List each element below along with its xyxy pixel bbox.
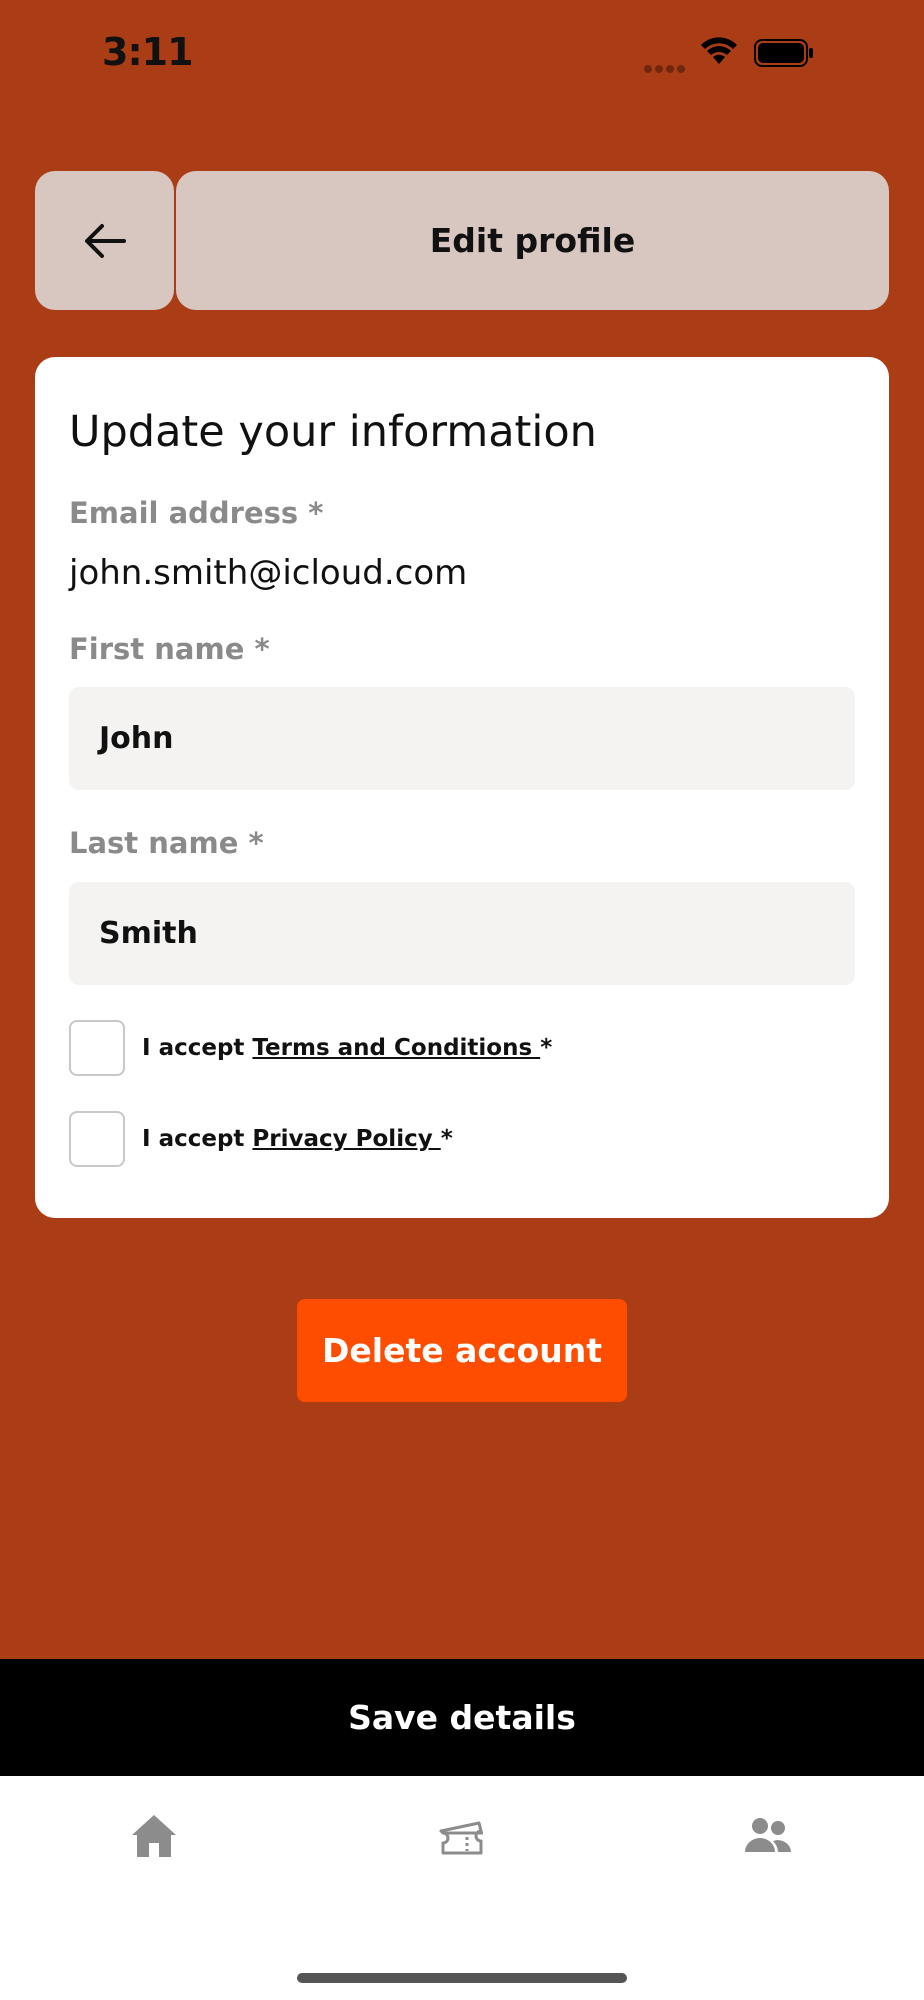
email-label: Email address * (69, 496, 324, 530)
page-title-box: Edit profile (176, 171, 889, 310)
last-name-field[interactable]: Smith (69, 882, 855, 985)
first-name-field[interactable]: John (69, 687, 855, 790)
back-button[interactable] (35, 171, 174, 310)
last-name-label: Last name * (69, 826, 264, 860)
cellular-signal-icon (644, 58, 688, 77)
users-icon (745, 1818, 791, 1852)
status-time: 3:11 (102, 30, 194, 74)
terms-label: I accept Terms and Conditions * (142, 1035, 552, 1061)
privacy-link[interactable]: Privacy Policy (252, 1126, 440, 1152)
terms-checkbox[interactable] (69, 1020, 125, 1076)
tab-tickets[interactable] (432, 1806, 492, 1866)
status-bar: 3:11 (0, 0, 924, 110)
privacy-required-mark: * (440, 1126, 453, 1152)
battery-icon (754, 39, 813, 67)
form-heading: Update your information (69, 407, 597, 457)
privacy-prefix: I accept (142, 1126, 253, 1152)
email-value: john.smith@icloud.com (69, 553, 468, 593)
delete-account-button[interactable]: Delete account (297, 1299, 627, 1402)
status-icons (644, 34, 864, 73)
profile-form-card: Update your information Email address * … (35, 357, 889, 1218)
first-name-label: First name * (69, 632, 270, 666)
privacy-row: I accept Privacy Policy * (69, 1111, 453, 1167)
tab-bar (0, 1776, 924, 2000)
tab-home[interactable] (124, 1806, 184, 1866)
privacy-checkbox[interactable] (69, 1111, 125, 1167)
home-icon (132, 1815, 176, 1857)
terms-prefix: I accept (142, 1035, 253, 1061)
wifi-icon (701, 37, 737, 64)
terms-required-mark: * (540, 1035, 553, 1061)
page-title: Edit profile (429, 221, 636, 260)
home-indicator (297, 1973, 627, 1983)
terms-link[interactable]: Terms and Conditions (252, 1035, 540, 1061)
save-details-button[interactable]: Save details (0, 1659, 924, 1776)
terms-row: I accept Terms and Conditions * (69, 1020, 552, 1076)
tab-account[interactable] (738, 1806, 798, 1866)
arrow-left-icon (84, 223, 126, 258)
privacy-label: I accept Privacy Policy * (142, 1126, 453, 1152)
ticket-icon (439, 1821, 483, 1855)
